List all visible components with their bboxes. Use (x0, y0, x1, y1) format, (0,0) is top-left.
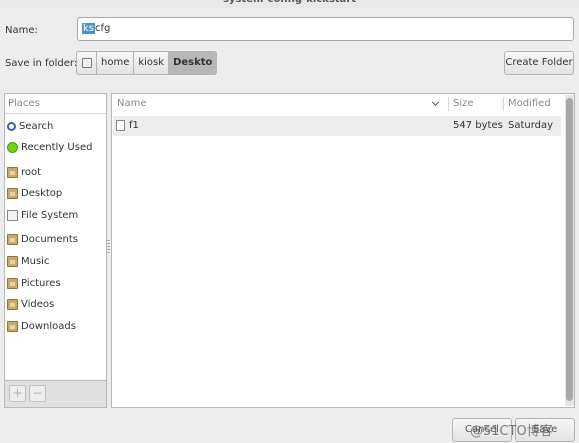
place-label: File System (21, 209, 79, 221)
folder-icon (7, 187, 18, 199)
place-label: Recently Used (21, 141, 93, 153)
file-modified: Saturday (508, 120, 554, 131)
window-titlebar: system-config-kickstart (0, 0, 579, 8)
path-button-desktop[interactable]: Deskto (169, 51, 218, 75)
drive-icon (81, 58, 92, 68)
place-file-system[interactable]: File System (7, 208, 78, 222)
pane-resize-handle[interactable] (107, 240, 110, 254)
name-input-selection: ks (82, 23, 96, 34)
folder-icon (7, 233, 18, 245)
place-label: Search (19, 120, 54, 132)
places-toolbar: + − (4, 381, 107, 408)
place-downloads[interactable]: Downloads (7, 319, 76, 333)
folder-icon (7, 320, 18, 332)
place-documents[interactable]: Documents (7, 232, 78, 246)
column-header-name[interactable]: Name (117, 94, 147, 114)
place-root[interactable]: root (7, 165, 41, 179)
table-row[interactable]: f1 547 bytes Saturday (113, 116, 561, 136)
watermark: @51CTO博客 (470, 424, 553, 439)
create-folder-button[interactable]: Create Folder (504, 51, 574, 75)
path-bar: home kiosk Deskto (76, 51, 218, 75)
file-name: f1 (129, 120, 139, 131)
folder-icon (7, 277, 18, 289)
name-input[interactable]: kscfg (77, 17, 574, 41)
name-label: Name: (5, 25, 38, 36)
chevron-down-icon (431, 98, 440, 107)
place-label: Desktop (21, 187, 63, 199)
column-header-modified[interactable]: Modified (508, 94, 551, 114)
place-label: root (21, 166, 42, 178)
path-button-home[interactable]: home (97, 51, 135, 75)
place-label: Documents (21, 233, 79, 245)
places-sidebar: Places Search Recently Used root Desktop… (4, 93, 107, 381)
remove-bookmark-button[interactable]: − (29, 385, 46, 402)
place-music[interactable]: Music (7, 254, 49, 268)
folder-icon (7, 166, 18, 178)
filesystem-icon (7, 209, 18, 221)
place-recently-used[interactable]: Recently Used (7, 140, 92, 154)
window-title: system-config-kickstart (0, 0, 579, 5)
document-icon (116, 120, 125, 131)
file-list-scrollbar[interactable] (565, 95, 574, 406)
column-header-size[interactable]: Size (453, 94, 474, 114)
add-bookmark-button[interactable]: + (9, 385, 26, 402)
column-separator (448, 97, 449, 111)
place-search[interactable]: Search (7, 119, 53, 133)
name-input-text: cfg (95, 23, 111, 34)
column-separator (503, 97, 504, 111)
place-label: Music (21, 255, 50, 267)
save-in-folder-label: Save in folder: (5, 58, 78, 69)
place-label: Downloads (21, 320, 76, 332)
file-list: Name Size Modified f1 547 bytes Saturday (111, 93, 575, 408)
path-root-button[interactable] (76, 51, 97, 75)
scrollbar-thumb[interactable] (566, 98, 573, 401)
places-header: Places (5, 94, 106, 114)
path-button-kiosk[interactable]: kiosk (134, 51, 170, 75)
folder-icon (7, 255, 18, 267)
place-videos[interactable]: Videos (7, 297, 54, 311)
recent-icon (7, 141, 18, 153)
place-pictures[interactable]: Pictures (7, 276, 61, 290)
place-label: Pictures (21, 277, 61, 289)
place-label: Videos (21, 298, 55, 310)
file-size: 547 bytes (453, 120, 503, 131)
search-icon (7, 121, 16, 131)
folder-icon (7, 298, 18, 310)
place-desktop[interactable]: Desktop (7, 186, 62, 200)
